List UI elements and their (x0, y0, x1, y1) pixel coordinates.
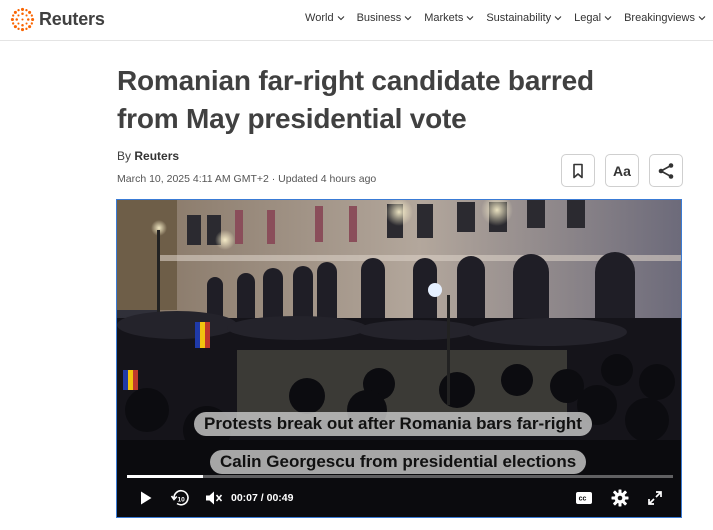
fullscreen-button[interactable] (645, 487, 665, 509)
font-size-label: Aa (613, 162, 631, 179)
current-time: 00:07 (231, 492, 258, 504)
nav-item-label: Legal (574, 12, 602, 24)
mute-icon (206, 491, 223, 505)
mute-button[interactable] (203, 487, 225, 509)
captions-button[interactable]: cc (573, 487, 595, 509)
chevron-down-icon (554, 16, 562, 21)
article-dateline: March 10, 2025 4:11 AM GMT+2 · Updated 4… (117, 173, 377, 185)
nav-item-business[interactable]: Business (357, 12, 413, 24)
replay-10-icon: 10 (170, 490, 189, 506)
chevron-down-icon (698, 16, 706, 21)
nav-item-label: Breakingviews (624, 12, 695, 24)
nav-item-sustainability[interactable]: Sustainability (486, 12, 562, 24)
site-header: Reuters World Business Markets Sustainab… (0, 0, 713, 41)
nav-item-markets[interactable]: Markets (424, 12, 474, 24)
article-title: Romanian far-right candidate barred from… (117, 62, 657, 138)
title-line-2: from May presidential vote (117, 103, 467, 134)
settings-icon (611, 489, 629, 507)
nav-item-label: Markets (424, 12, 464, 24)
video-player[interactable]: Protests break out after Romania bars fa… (116, 199, 682, 518)
cc-icon: cc (576, 492, 592, 504)
byline-prefix: By (117, 149, 132, 163)
player-controls: 10 00:07 / 00:49 cc (117, 487, 681, 511)
chevron-down-icon (604, 16, 612, 21)
reuters-logo[interactable]: Reuters (10, 7, 105, 32)
font-size-button[interactable]: Aa (605, 154, 639, 187)
nav-item-breakingviews[interactable]: Breakingviews (624, 12, 706, 24)
share-button[interactable] (649, 154, 683, 187)
nav-item-world[interactable]: World (305, 12, 345, 24)
article-tools: Aa (561, 154, 683, 187)
time-separator: / (260, 492, 264, 504)
share-icon (658, 162, 674, 179)
settings-button[interactable] (609, 487, 631, 509)
subtitle-line-1: Protests break out after Romania bars fa… (194, 412, 592, 436)
progress-fill (127, 475, 204, 478)
byline: By Reuters (117, 149, 179, 163)
nav-item-label: Business (356, 12, 402, 24)
bookmark-button[interactable] (561, 154, 595, 187)
nav-item-legal[interactable]: Legal (574, 12, 612, 24)
main-nav: World Business Markets Sustainability Le… (293, 12, 706, 24)
replay-10-button[interactable]: 10 (169, 487, 191, 509)
replay-label: 10 (178, 497, 186, 504)
nav-item-label: World (305, 12, 334, 24)
bookmark-icon (573, 163, 583, 178)
progress-bar[interactable] (127, 475, 673, 478)
chevron-down-icon (337, 16, 344, 21)
cc-label: cc (579, 496, 587, 503)
brand-name: Reuters (39, 9, 105, 29)
time-display: 00:07 / 00:49 (231, 492, 293, 504)
title-line-1: Romanian far-right candidate barred (117, 65, 594, 96)
fullscreen-icon (648, 491, 662, 505)
play-icon (141, 491, 152, 505)
nav-item-label: Sustainability (486, 12, 552, 24)
duration: 00:49 (266, 492, 294, 504)
reuters-logo-icon (10, 7, 35, 32)
subtitle-line-2: Calin Georgescu from presidential electi… (210, 450, 587, 474)
play-button[interactable] (137, 487, 155, 509)
author-link[interactable]: Reuters (134, 149, 179, 163)
chevron-down-icon (466, 16, 474, 21)
chevron-down-icon (404, 16, 412, 21)
